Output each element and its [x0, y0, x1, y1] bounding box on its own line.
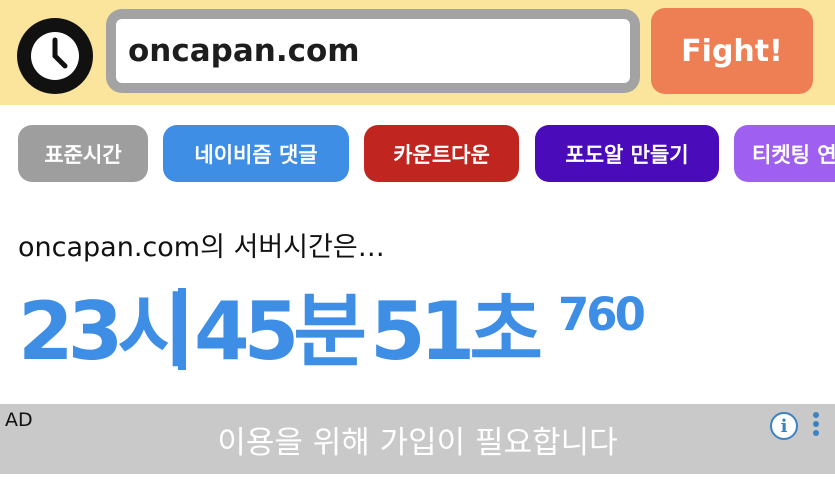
tab-grape-maker[interactable]: 포도알 만들기 — [535, 125, 719, 182]
ad-text: 이용을 위해 가입이 필요합니다 — [217, 424, 618, 461]
top-bar: Fight! — [0, 0, 835, 105]
time-milliseconds: 760 — [558, 288, 646, 341]
tab-ticketing[interactable]: 티켓팅 연 — [734, 125, 835, 182]
tab-countdown[interactable]: 카운트다운 — [364, 125, 519, 182]
url-input[interactable] — [116, 19, 630, 83]
time-separator — [178, 288, 186, 370]
more-vertical-icon[interactable] — [808, 412, 824, 440]
time-seconds: 51초 — [370, 285, 543, 378]
ad-banner[interactable]: AD 이용을 위해 가입이 필요합니다 i — [0, 404, 835, 474]
tab-standard-time[interactable]: 표준시간 — [18, 125, 148, 182]
server-time-display: 23시 45분 51초 760 — [18, 282, 678, 382]
info-icon[interactable]: i — [770, 412, 798, 440]
tab-navism-comments[interactable]: 네이비즘 댓글 — [163, 125, 349, 182]
server-time-label: oncapan.com의 서버시간은… — [18, 232, 385, 263]
fight-button[interactable]: Fight! — [651, 8, 813, 94]
url-input-frame — [106, 9, 640, 93]
clock-icon[interactable] — [17, 18, 93, 94]
time-hours: 23시 — [18, 285, 191, 378]
category-tabs: 표준시간 네이비즘 댓글 카운트다운 포도알 만들기 티켓팅 연 — [0, 125, 835, 183]
time-minutes: 45분 — [194, 285, 367, 378]
